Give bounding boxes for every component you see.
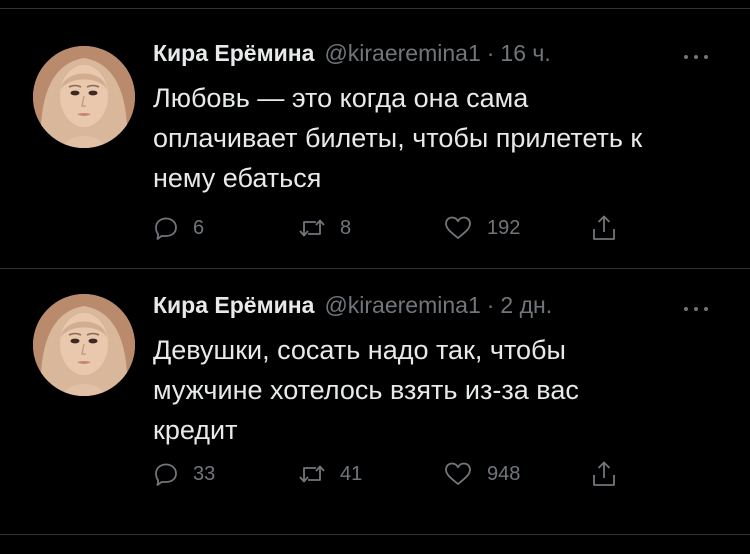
tweet-feed: Кира Ерёмина @kiraeremina1 · 16 ч. Любов…: [0, 0, 750, 546]
like-count: 948: [487, 462, 521, 485]
tweet[interactable]: Кира Ерёмина @kiraeremina1 · 16 ч. Любов…: [0, 40, 750, 302]
separator: ·: [486, 292, 495, 318]
avatar-portrait-icon: [33, 46, 135, 148]
retweet-icon: [299, 219, 325, 237]
avatar[interactable]: [33, 294, 135, 396]
share-icon: [593, 215, 615, 240]
divider: [0, 534, 750, 535]
reply-button[interactable]: 33: [153, 459, 215, 489]
retweet-count: 8: [340, 216, 352, 239]
tweet-text: Девушки, сосать надо так, чтобы мужчине …: [153, 330, 738, 450]
divider: [0, 268, 750, 269]
separator: ·: [486, 40, 495, 66]
tweet-header: Кира Ерёмина @kiraeremina1 · 2 дн.: [153, 292, 552, 324]
tweet-actions: 6 8 192: [153, 213, 633, 243]
avatar[interactable]: [33, 46, 135, 148]
reply-button[interactable]: 6: [153, 213, 204, 243]
share-icon: [593, 461, 615, 486]
tweet-text-line: нему ебаться: [153, 163, 322, 193]
author-name[interactable]: Кира Ерёмина: [153, 40, 314, 67]
tweet-actions: 33 41 948: [153, 459, 633, 489]
tweet-text: Любовь — это когда она сама оплачивает б…: [153, 78, 738, 198]
tweet-header: Кира Ерёмина @kiraeremina1 · 16 ч.: [153, 40, 551, 72]
timestamp[interactable]: 2 дн.: [500, 292, 552, 319]
tweet-text-line: оплачивает билеты, чтобы прилететь к: [153, 123, 643, 153]
like-icon: [445, 462, 471, 485]
retweet-icon: [299, 465, 325, 483]
divider: [0, 8, 750, 9]
retweet-button[interactable]: 8: [298, 213, 351, 243]
like-count: 192: [487, 216, 521, 239]
share-button[interactable]: [590, 459, 618, 489]
share-button[interactable]: [590, 213, 618, 243]
tweet-text-line: Девушки, сосать надо так, чтобы: [153, 335, 566, 365]
author-handle[interactable]: @kiraeremina1: [324, 292, 480, 319]
like-button[interactable]: 948: [443, 459, 520, 489]
reply-count: 33: [193, 462, 216, 485]
reply-icon: [155, 463, 177, 486]
author-name[interactable]: Кира Ерёмина: [153, 292, 314, 319]
tweet-text-line: Любовь — это когда она сама: [153, 83, 529, 113]
tweet-text-line: кредит: [153, 415, 238, 445]
retweet-button[interactable]: 41: [298, 459, 362, 489]
more-icon[interactable]: [682, 52, 712, 62]
like-button[interactable]: 192: [443, 213, 520, 243]
tweet-text-line: мужчине хотелось взять из-за вас: [153, 375, 579, 405]
tweet[interactable]: Кира Ерёмина @kiraeremina1 · 2 дн. Девуш…: [0, 292, 750, 554]
author-handle[interactable]: @kiraeremina1: [324, 40, 480, 67]
retweet-count: 41: [340, 462, 363, 485]
reply-count: 6: [193, 216, 205, 239]
timestamp[interactable]: 16 ч.: [500, 40, 550, 67]
more-icon[interactable]: [682, 304, 712, 314]
reply-icon: [155, 217, 177, 240]
avatar-portrait-icon: [33, 294, 135, 396]
like-icon: [445, 216, 471, 239]
